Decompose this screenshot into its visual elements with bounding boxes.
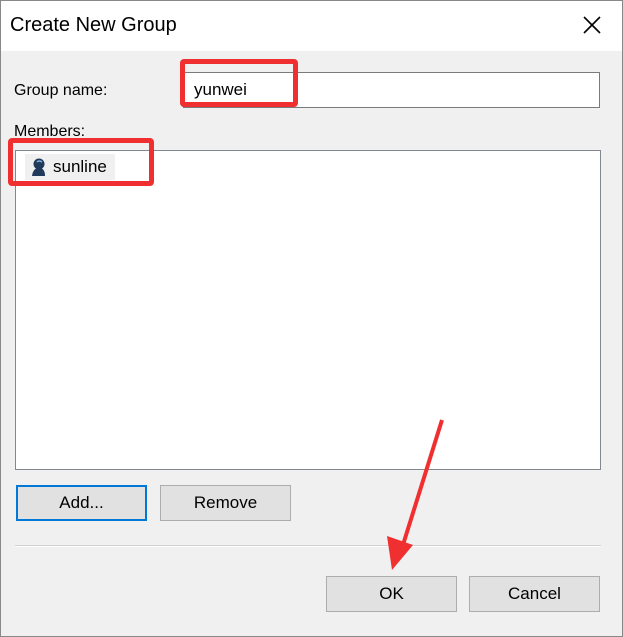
dialog-title: Create New Group [10, 14, 177, 36]
ok-button[interactable]: OK [326, 576, 457, 612]
add-button[interactable]: Add... [16, 485, 147, 521]
close-icon [583, 16, 601, 34]
member-name: sunline [53, 157, 107, 176]
divider [15, 545, 601, 547]
remove-button[interactable]: Remove [160, 485, 291, 521]
members-label: Members: [14, 123, 86, 140]
title-bar: Create New Group [1, 1, 622, 51]
list-item[interactable]: sunline [25, 154, 115, 180]
user-icon [32, 158, 45, 176]
cancel-button[interactable]: Cancel [469, 576, 600, 612]
group-name-input[interactable]: yunwei [183, 72, 600, 108]
create-group-dialog: Create New Group Group name: yunwei Memb… [0, 0, 623, 637]
close-button[interactable] [578, 11, 606, 39]
group-name-label: Group name: [14, 82, 108, 99]
members-list[interactable]: sunline [15, 150, 601, 470]
